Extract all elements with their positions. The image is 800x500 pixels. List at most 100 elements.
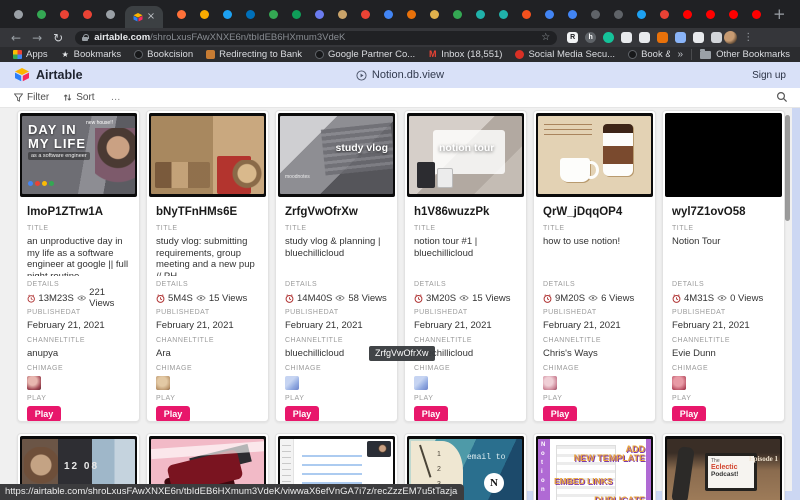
bookmark-item[interactable]: Social Media Secu... xyxy=(515,49,615,60)
gallery-card[interactable]: bNyTFnHMs6E TITLE study vlog: submitting… xyxy=(146,110,269,422)
tab-favicon[interactable] xyxy=(223,9,232,19)
play-button[interactable]: Play xyxy=(285,406,319,421)
extension-icon[interactable]: R xyxy=(567,32,579,43)
tab-favicon[interactable] xyxy=(292,9,301,19)
tab-favicon[interactable] xyxy=(200,9,209,19)
search-button[interactable] xyxy=(776,91,788,103)
gallery-card[interactable]: DAY IN MY LIFE as a software engineer ne… xyxy=(17,110,140,422)
background-tabs-left[interactable] xyxy=(0,9,115,19)
extension-icon[interactable] xyxy=(621,32,633,43)
gallery-card[interactable]: The Eclectic Podcast! Episode 1 xyxy=(662,433,785,500)
back-icon[interactable]: ← xyxy=(11,32,21,44)
reload-icon[interactable]: ↻ xyxy=(53,32,63,44)
channel-image[interactable] xyxy=(414,376,428,390)
gallery-card[interactable]: QrW_jDqqOP4 TITLE how to use notion! DET… xyxy=(533,110,656,422)
channel-image[interactable] xyxy=(543,376,557,390)
tab-favicon[interactable] xyxy=(729,9,738,19)
airtable-brand[interactable]: Airtable xyxy=(14,68,83,82)
gallery-card[interactable]: study vlog moodnotes ZrfgVwOfrXw TITLE s… xyxy=(275,110,398,422)
background-tabs-right[interactable] xyxy=(163,9,761,19)
tab-favicon[interactable] xyxy=(522,9,531,19)
extension-icon[interactable] xyxy=(675,32,687,43)
vertical-scrollbar[interactable] xyxy=(785,115,790,221)
bookmark-items[interactable]: Apps ★ Bookmarks Bookcision Redirecting to B… xyxy=(0,49,670,60)
bookmark-item[interactable]: Google Partner Co... xyxy=(315,49,415,60)
toolbar-more-button[interactable]: … xyxy=(111,92,122,103)
gallery-card[interactable]: notion tour h1V86wuzzPk TITLE notion tou… xyxy=(404,110,527,422)
channel-image[interactable] xyxy=(672,376,686,390)
tab-favicon[interactable] xyxy=(430,9,439,19)
bookmark-item[interactable]: ★ Bookmarks xyxy=(61,49,122,60)
bookmark-item[interactable]: Bookcision xyxy=(134,49,193,60)
other-bookmarks[interactable]: Other Bookmarks xyxy=(691,48,800,60)
tab-favicon[interactable] xyxy=(14,9,23,19)
extension-icon[interactable] xyxy=(657,32,669,43)
tab-favicon[interactable] xyxy=(83,9,92,19)
bookmark-item[interactable]: M Inbox (18,551) xyxy=(428,49,503,60)
status-bar-url: https://airtable.com/shroLxusFAwXNXE6n/t… xyxy=(0,484,465,500)
tab-favicon[interactable] xyxy=(499,9,508,19)
tab-favicon[interactable] xyxy=(545,9,554,19)
bookmark-item[interactable]: Redirecting to Bank xyxy=(206,49,302,60)
tab-favicon[interactable] xyxy=(660,9,669,19)
field-label-published: PUBLISHEDAT xyxy=(285,309,339,316)
sort-button[interactable]: Sort xyxy=(63,92,95,103)
gallery-card[interactable]: ADDNEW TEMPLATE EMBED LINKS DUPLICATETEM… xyxy=(533,433,656,500)
channel-image[interactable] xyxy=(156,376,170,390)
sort-arrows-icon xyxy=(64,94,72,101)
play-button[interactable]: Play xyxy=(414,406,448,421)
play-button[interactable]: Play xyxy=(27,406,61,421)
tab-favicon[interactable] xyxy=(177,9,186,19)
bookmark-item[interactable]: Apps xyxy=(13,49,48,60)
field-label-chimage: CHIMAGE xyxy=(414,365,451,372)
bookmark-label: Redirecting to Bank xyxy=(219,49,303,60)
bookmarks-overflow-chevron[interactable]: » xyxy=(678,49,684,60)
extension-icon[interactable] xyxy=(711,32,723,43)
tab-favicon[interactable] xyxy=(614,9,623,19)
extension-icons[interactable]: Rh xyxy=(567,32,723,43)
tab-favicon[interactable] xyxy=(37,9,46,19)
address-bar[interactable]: airtable.com /shroLxusFAwXNXE6n/tbIdEB6H… xyxy=(75,30,558,45)
tab-favicon[interactable] xyxy=(106,9,115,19)
play-button[interactable]: Play xyxy=(672,406,706,421)
tab-favicon[interactable] xyxy=(683,9,692,19)
channel-title: anupya xyxy=(27,348,59,359)
chrome-menu-icon[interactable]: ⋮ xyxy=(743,32,753,43)
channel-image[interactable] xyxy=(27,376,41,390)
tab-favicon[interactable] xyxy=(361,9,370,19)
tab-favicon[interactable] xyxy=(315,9,324,19)
tab-favicon[interactable] xyxy=(338,9,347,19)
sign-up-button[interactable]: Sign up xyxy=(752,62,786,88)
active-tab-airtable[interactable]: × xyxy=(125,6,163,28)
channel-image[interactable] xyxy=(285,376,299,390)
tab-favicon[interactable] xyxy=(246,9,255,19)
bookmark-item[interactable]: Book & Order xyxy=(628,49,670,60)
extension-icon[interactable] xyxy=(603,32,615,43)
forward-icon[interactable]: → xyxy=(32,32,42,44)
thumbnail-text: notion tour xyxy=(439,142,495,154)
play-button[interactable]: Play xyxy=(543,406,577,421)
new-tab-button[interactable]: + xyxy=(773,5,786,23)
tab-favicon[interactable] xyxy=(568,9,577,19)
extension-icon[interactable] xyxy=(693,32,705,43)
filter-button[interactable]: Filter xyxy=(14,92,49,103)
tab-favicon[interactable] xyxy=(752,9,761,19)
tab-favicon[interactable] xyxy=(591,9,600,19)
tab-favicon[interactable] xyxy=(637,9,646,19)
tab-favicon[interactable] xyxy=(453,9,462,19)
extension-icon[interactable]: h xyxy=(585,32,597,43)
field-label-published: PUBLISHEDAT xyxy=(156,309,210,316)
tab-favicon[interactable] xyxy=(407,9,416,19)
bookmark-star-icon[interactable]: ☆ xyxy=(541,32,550,43)
tab-favicon[interactable] xyxy=(60,9,69,19)
thumbnail-text: MY LIFE xyxy=(28,136,87,151)
tab-favicon[interactable] xyxy=(269,9,278,19)
gallery-card[interactable]: wyl7Z1ovO58 TITLE Notion Tour DETAILS 4M… xyxy=(662,110,785,422)
extension-icon[interactable] xyxy=(639,32,651,43)
tab-favicon[interactable] xyxy=(384,9,393,19)
tab-favicon[interactable] xyxy=(476,9,485,19)
tab-favicon[interactable] xyxy=(706,9,715,19)
play-button[interactable]: Play xyxy=(156,406,190,421)
profile-avatar[interactable] xyxy=(724,31,738,44)
tab-close-icon[interactable]: × xyxy=(147,12,155,22)
